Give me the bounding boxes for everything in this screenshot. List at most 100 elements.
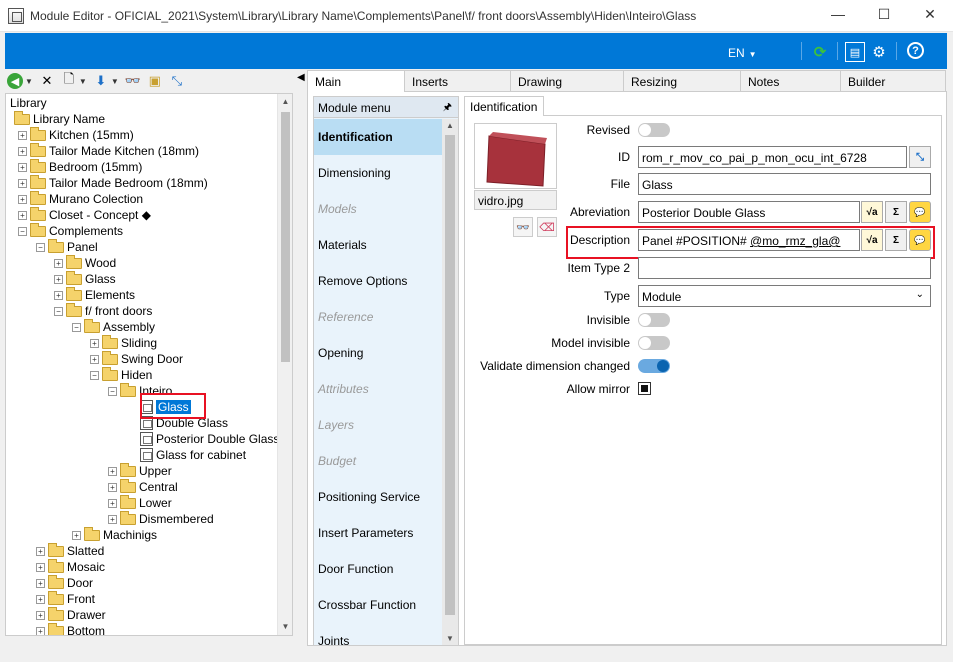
expand-toggle-icon[interactable]: + xyxy=(18,210,27,220)
expand-toggle-icon[interactable]: − xyxy=(18,226,27,236)
expand-toggle-icon[interactable]: + xyxy=(90,338,99,348)
tab-main[interactable]: Main xyxy=(307,70,405,92)
model-invisible-toggle[interactable] xyxy=(638,336,670,350)
tree-item[interactable]: + Bedroom (15mm) xyxy=(18,158,142,175)
expand-toggle-icon[interactable]: + xyxy=(18,146,27,156)
settings-icon[interactable]: ⚙ xyxy=(869,42,889,62)
pin-icon[interactable]: 🖈 xyxy=(443,100,452,117)
delete-icon[interactable]: ✕ xyxy=(39,73,55,89)
tree-item[interactable]: + Lower xyxy=(108,494,172,511)
module-menu-item[interactable]: Materials xyxy=(314,227,442,263)
module-menu-item[interactable]: Positioning Service xyxy=(314,479,442,515)
validate-dimension-toggle[interactable] xyxy=(638,359,670,373)
scroll-thumb[interactable] xyxy=(281,112,290,362)
scroll-up-icon[interactable]: ▲ xyxy=(278,94,292,110)
tree-item[interactable]: + Swing Door xyxy=(90,350,183,367)
tree-item[interactable]: + Dismembered xyxy=(108,510,214,527)
expand-toggle-icon[interactable]: + xyxy=(54,274,63,284)
tree-item[interactable]: + Mosaic xyxy=(36,558,105,575)
tab-inserts[interactable]: Inserts xyxy=(404,70,511,91)
expand-toggle-icon[interactable]: + xyxy=(108,482,117,492)
expand-toggle-icon[interactable]: + xyxy=(18,162,27,172)
module-menu-item[interactable]: Opening xyxy=(314,335,442,371)
tree-item[interactable]: + Kitchen (15mm) xyxy=(18,126,134,143)
tree-item[interactable]: − Assembly xyxy=(72,318,155,335)
expand-toggle-icon[interactable]: − xyxy=(36,242,45,252)
scroll-up-icon[interactable]: ▲ xyxy=(442,121,458,130)
tree-item[interactable]: Library Name xyxy=(14,110,105,127)
expand-toggle-icon[interactable]: − xyxy=(72,322,81,332)
abreviation-field[interactable]: Posterior Double Glass xyxy=(638,201,860,223)
expand-toggle-icon[interactable]: + xyxy=(36,626,45,635)
tree-item[interactable]: + Tailor Made Kitchen (18mm) xyxy=(18,142,199,159)
module-menu-scrollbar[interactable]: ▲ ▼ xyxy=(442,119,458,645)
tree-item[interactable]: + Central xyxy=(108,478,178,495)
tab-identification[interactable]: Identification xyxy=(464,96,545,116)
tree-item[interactable]: + Door xyxy=(36,574,93,591)
chevron-down-icon[interactable]: ▼ xyxy=(25,77,33,86)
scroll-down-icon[interactable]: ▼ xyxy=(442,634,458,643)
tree-item[interactable]: + Wood xyxy=(54,254,116,271)
expand-toggle-icon[interactable]: + xyxy=(108,514,117,524)
tree-item[interactable]: + Glass xyxy=(54,270,116,287)
expand-toggle-icon[interactable]: + xyxy=(36,562,45,572)
tree-item[interactable]: + Sliding xyxy=(90,334,157,351)
tree-item[interactable]: − Hiden xyxy=(90,366,152,383)
tree-item[interactable]: + Upper xyxy=(108,462,172,479)
expand-toggle-icon[interactable]: + xyxy=(72,530,81,540)
expand-toggle-icon[interactable]: + xyxy=(36,594,45,604)
expand-toggle-icon[interactable]: + xyxy=(90,354,99,364)
chevron-down-icon[interactable]: ▼ xyxy=(111,77,119,86)
tree-item[interactable]: + Drawer xyxy=(36,606,106,623)
tab-builder[interactable]: Builder xyxy=(840,70,946,91)
tree-item[interactable]: Library xyxy=(10,95,47,111)
tree-item[interactable]: + Slatted xyxy=(36,542,104,559)
expand-toggle-icon[interactable]: + xyxy=(54,290,63,300)
tree-item[interactable]: − Panel xyxy=(36,238,98,255)
expand-toggle-icon[interactable]: + xyxy=(18,130,27,140)
expand-toggle-icon[interactable]: + xyxy=(54,258,63,268)
tool-icon[interactable]: ⤡ xyxy=(909,146,931,168)
expand-toggle-icon[interactable]: − xyxy=(90,370,99,380)
tab-notes[interactable]: Notes xyxy=(740,70,841,91)
tree-item[interactable]: Posterior Double Glass xyxy=(140,431,279,447)
expand-toggle-icon[interactable]: + xyxy=(18,194,27,204)
expand-toggle-icon[interactable]: + xyxy=(18,178,27,188)
tree-item[interactable]: + Murano Colection xyxy=(18,190,143,207)
binoculars-icon[interactable]: 👓 xyxy=(513,217,533,237)
module-menu-item[interactable]: Door Function xyxy=(314,551,442,587)
tree-item[interactable]: + Bottom xyxy=(36,622,105,635)
sigma-icon[interactable]: Σ xyxy=(885,201,907,223)
close-button[interactable]: ✕ xyxy=(907,0,953,28)
type-select[interactable]: Module ⌄ xyxy=(638,285,931,307)
expand-toggle-icon[interactable]: − xyxy=(54,306,63,316)
item-type-2-field[interactable] xyxy=(638,257,931,279)
tree-item[interactable]: + Front xyxy=(36,590,95,607)
language-dropdown[interactable]: EN ▼ xyxy=(728,46,757,60)
tree-item[interactable]: − f/ front doors xyxy=(54,302,152,319)
tree-item[interactable]: + Tailor Made Bedroom (18mm) xyxy=(18,174,208,191)
expand-toggle-icon[interactable]: + xyxy=(36,610,45,620)
invisible-toggle[interactable] xyxy=(638,313,670,327)
tab-resizing[interactable]: Resizing xyxy=(623,70,741,91)
tree-item[interactable]: + Machinigs xyxy=(72,526,157,543)
refresh-icon[interactable]: ⟳ xyxy=(810,42,830,62)
maximize-button[interactable]: ☐ xyxy=(861,0,907,28)
new-document-icon[interactable]: 🗋 xyxy=(61,71,77,89)
tree-item[interactable]: + Elements xyxy=(54,286,135,303)
tab-drawing[interactable]: Drawing xyxy=(510,70,624,91)
chevron-down-icon[interactable]: ▼ xyxy=(79,77,87,86)
folder-refresh-icon[interactable]: ▣ xyxy=(147,73,163,89)
module-menu-item[interactable]: Remove Options xyxy=(314,263,442,299)
comment-icon[interactable]: 💬 xyxy=(909,201,931,223)
scroll-down-icon[interactable]: ▼ xyxy=(278,619,292,635)
expand-toggle-icon[interactable]: + xyxy=(36,578,45,588)
back-icon[interactable]: ◀ xyxy=(7,73,23,89)
allow-mirror-checkbox[interactable] xyxy=(638,382,651,395)
splitter-arrow-icon[interactable]: ◀ xyxy=(297,72,305,83)
layout-icon[interactable]: ▤ xyxy=(845,42,865,62)
module-menu-item[interactable]: Dimensioning xyxy=(314,155,442,191)
expand-toggle-icon[interactable]: + xyxy=(108,466,117,476)
module-menu-item[interactable]: Identification xyxy=(314,119,442,155)
scroll-thumb[interactable] xyxy=(445,135,455,615)
